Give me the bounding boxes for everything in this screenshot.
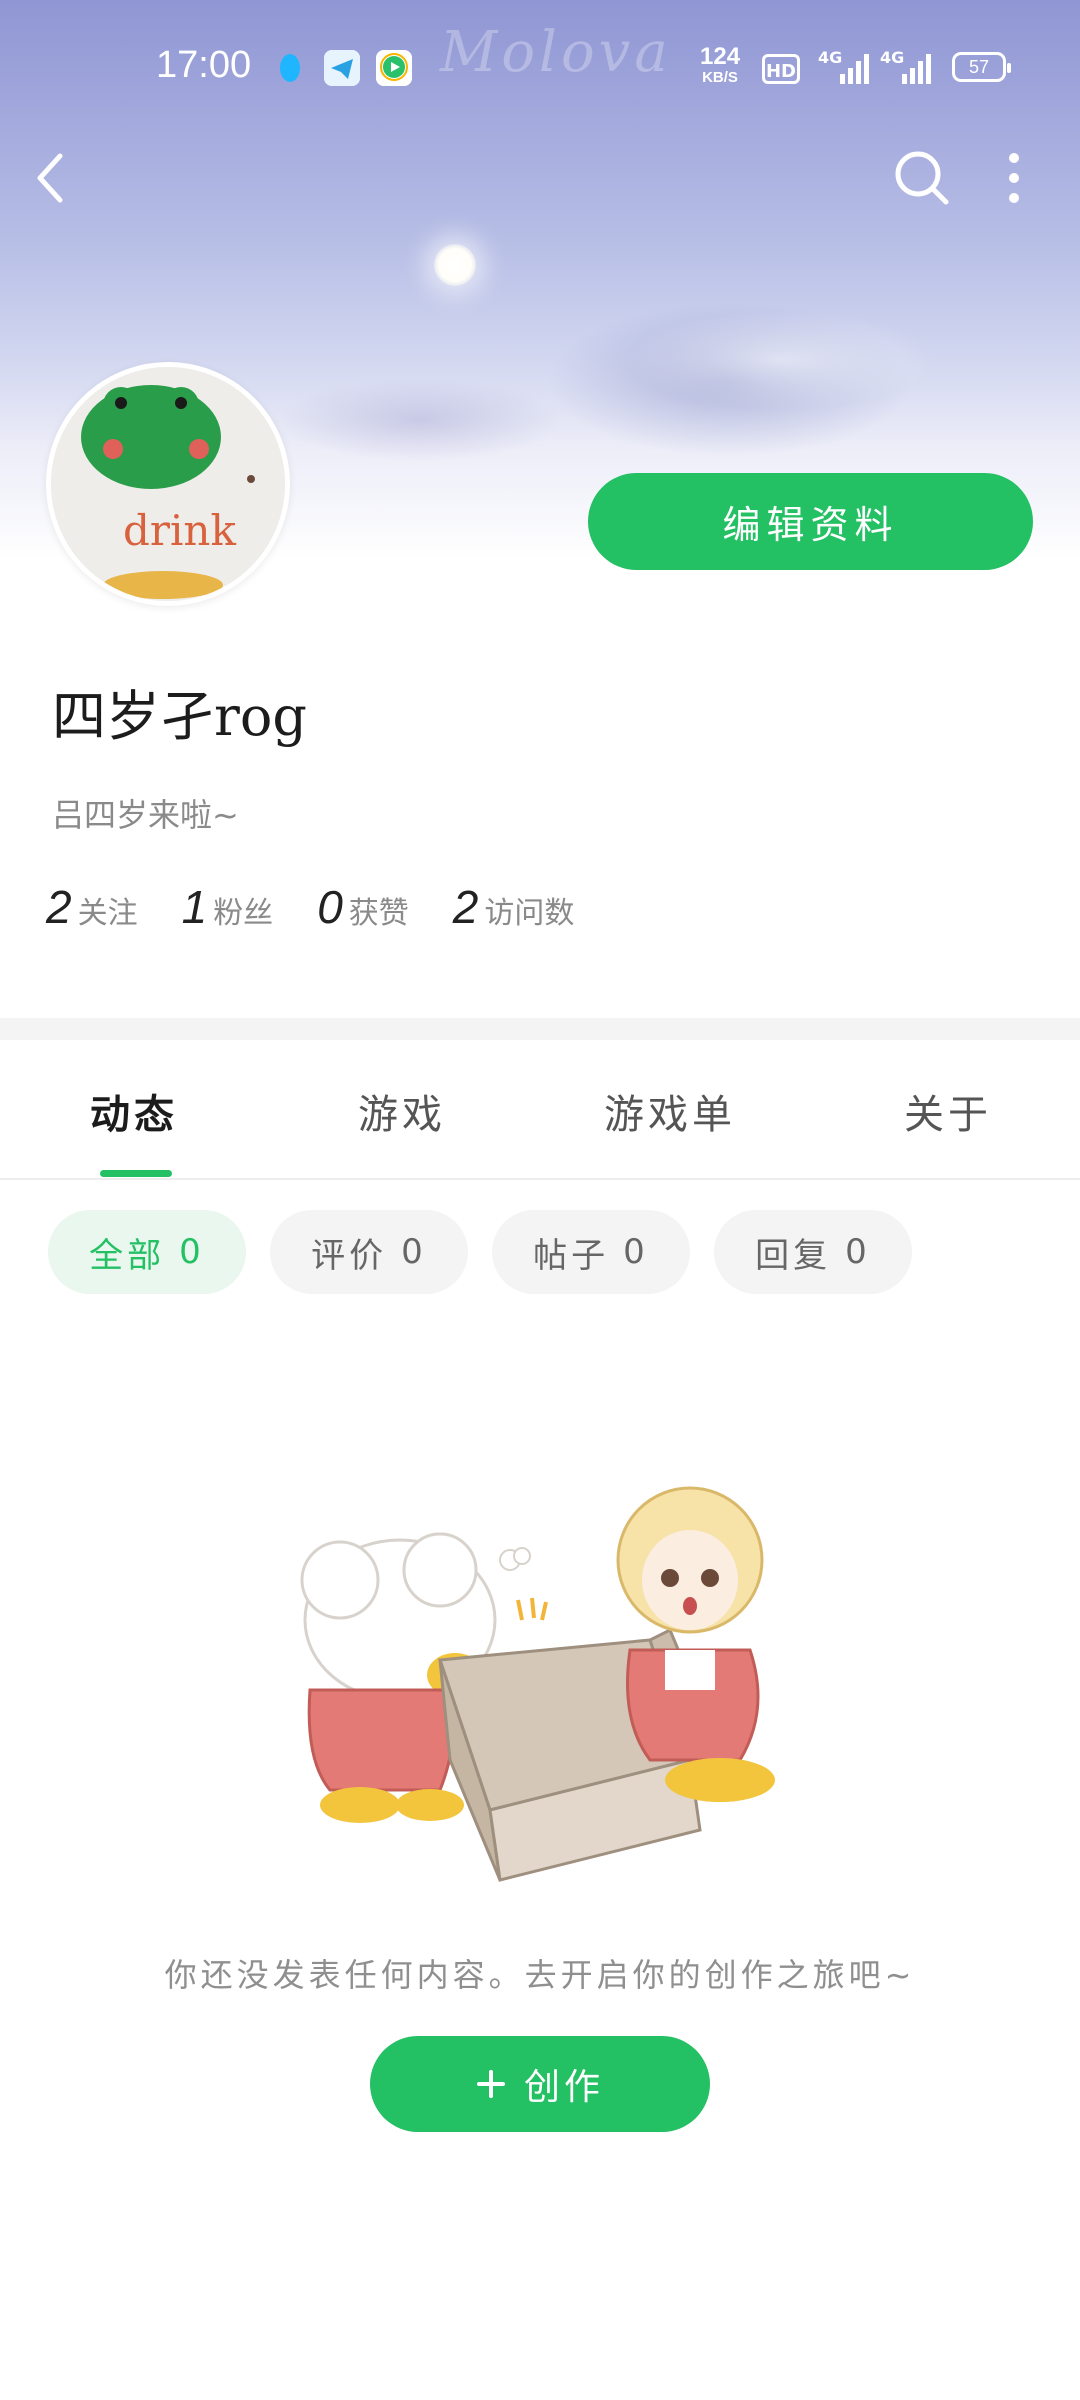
empty-state-illustration — [300, 1486, 775, 1882]
tab-active-indicator — [100, 1170, 172, 1177]
signal-2-icon: 4G — [880, 48, 932, 86]
video-app-icon — [376, 50, 412, 86]
plus-icon — [476, 2070, 505, 2098]
stat-following[interactable]: 2 关注 — [46, 880, 138, 934]
empty-state-message: 你还没发表任何内容。去开启你的创作之旅吧~ — [164, 1956, 916, 1994]
filter-reviews-count: 0 — [401, 1232, 427, 1272]
stat-visits[interactable]: 2 访问数 — [453, 880, 575, 934]
filter-replies-label: 回复 — [755, 1235, 832, 1276]
net-speed: 124 KB/S — [700, 43, 741, 88]
edit-profile-button[interactable]: 编辑资料 — [588, 473, 1033, 570]
telegram-icon — [324, 50, 360, 86]
hd-badge: HD — [762, 54, 800, 84]
create-button[interactable]: 创作 — [370, 2036, 710, 2132]
username: 四岁孑rog — [52, 685, 307, 748]
more-vertical-icon — [1009, 153, 1019, 203]
status-time: 17:00 — [156, 44, 252, 86]
battery-indicator: 57 — [952, 52, 1011, 82]
filter-replies[interactable]: 回复 0 — [714, 1210, 912, 1294]
frog-avatar-image: drink — [51, 367, 285, 601]
bio: 吕四岁来啦~ — [52, 796, 239, 834]
avatar-drink-text: drink — [123, 506, 236, 555]
search-icon — [895, 151, 949, 205]
filter-reviews[interactable]: 评价 0 — [270, 1210, 468, 1294]
stat-visits-label: 访问数 — [484, 896, 575, 931]
filter-all[interactable]: 全部 0 — [48, 1210, 246, 1294]
section-divider — [0, 1018, 1080, 1040]
signal-1-icon: 4G — [818, 48, 870, 86]
filter-posts-label: 帖子 — [533, 1235, 610, 1276]
back-button[interactable] — [12, 140, 88, 216]
tab-games[interactable]: 游戏 — [358, 1082, 446, 1140]
tab-game-lists[interactable]: 游戏单 — [604, 1082, 736, 1140]
more-button[interactable] — [976, 140, 1052, 216]
stat-following-label: 关注 — [77, 896, 138, 931]
filter-posts-count: 0 — [623, 1232, 649, 1272]
stat-likes[interactable]: 0 获赞 — [317, 880, 409, 934]
status-bar: 17:00 124 KB/S HD 4G 4G 57 — [0, 0, 1080, 136]
net-speed-unit: KB/S — [702, 69, 738, 86]
filter-posts[interactable]: 帖子 0 — [492, 1210, 690, 1294]
chevron-left-icon — [37, 153, 63, 203]
filter-reviews-label: 评价 — [311, 1235, 388, 1276]
filter-replies-count: 0 — [845, 1232, 871, 1272]
filter-all-label: 全部 — [89, 1235, 166, 1276]
tab-about[interactable]: 关于 — [904, 1082, 992, 1140]
search-button[interactable] — [884, 140, 960, 216]
stat-followers[interactable]: 1 粉丝 — [182, 880, 274, 934]
tab-moments[interactable]: 动态 — [90, 1082, 178, 1140]
profile-stats: 2 关注 1 粉丝 0 获赞 2 访问数 — [46, 880, 574, 934]
filter-all-count: 0 — [179, 1232, 205, 1272]
net-speed-value: 124 — [700, 43, 741, 70]
profile-tabs: 动态 游戏 游戏单 关于 — [0, 1040, 1080, 1180]
stat-followers-label: 粉丝 — [213, 896, 274, 931]
stat-following-count: 2 — [46, 881, 72, 933]
stat-likes-count: 0 — [317, 881, 343, 933]
create-button-label: 创作 — [523, 2067, 604, 2108]
stat-followers-count: 1 — [181, 881, 208, 933]
qq-icon — [272, 50, 308, 86]
cover-moon — [434, 244, 476, 286]
stat-likes-label: 获赞 — [348, 896, 409, 931]
avatar[interactable]: drink — [46, 362, 290, 606]
stat-visits-count: 2 — [452, 881, 479, 933]
